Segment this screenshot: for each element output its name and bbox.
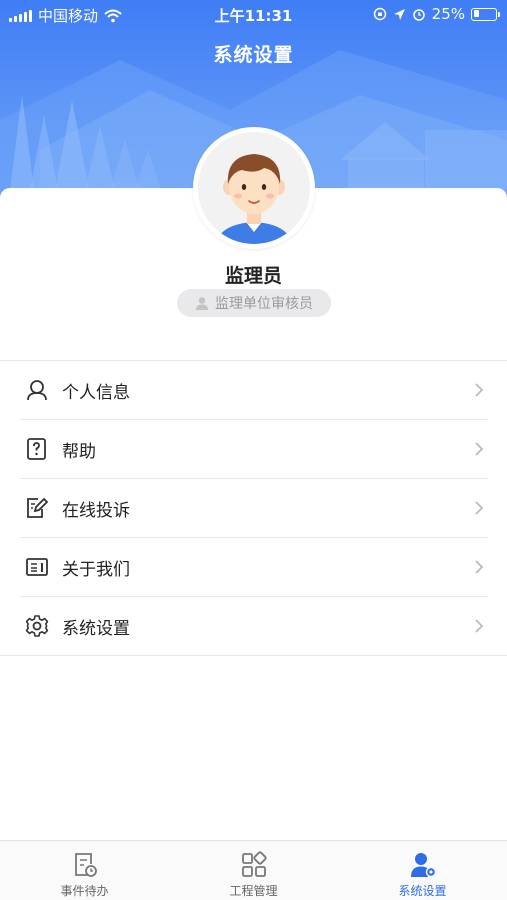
chevron-right-icon [475, 383, 484, 397]
tab-system-settings[interactable]: 系统设置 [338, 841, 507, 900]
chevron-right-icon [475, 619, 484, 633]
avatar[interactable] [193, 127, 315, 249]
page-title: 系统设置 [213, 44, 294, 66]
user-settings-icon [410, 853, 436, 878]
tab-label: 工程管理 [229, 884, 278, 898]
gear-icon [24, 613, 50, 639]
chevron-right-icon [475, 442, 484, 456]
person-icon [196, 297, 208, 310]
rotation-lock-icon [373, 7, 386, 21]
menu-item-label: 个人信息 [62, 382, 130, 403]
todo-icon [74, 853, 97, 877]
tab-project-management[interactable]: 工程管理 [169, 841, 338, 900]
status-bar: 中国移动 上午11:31 25% [0, 0, 507, 28]
chevron-right-icon [475, 501, 484, 515]
alarm-icon [412, 9, 425, 21]
menu-item-complaint[interactable]: 在线投诉 [20, 479, 488, 538]
menu-item-help[interactable]: 帮助 [20, 420, 488, 479]
tab-todo[interactable]: 事件待办 [0, 841, 169, 900]
settings-screen: 中国移动 上午11:31 25% 系统设置 监理员 监理单位审核员 个人信息 帮… [0, 0, 507, 900]
avatar-illustration [198, 132, 310, 244]
menu-item-system-settings[interactable]: 系统设置 [0, 597, 507, 656]
menu-item-about-us[interactable]: 关于我们 [20, 538, 488, 597]
profile-name: 监理员 [224, 265, 282, 287]
role-label: 监理单位审核员 [215, 296, 313, 312]
menu-item-label: 帮助 [62, 441, 96, 462]
tab-label: 系统设置 [398, 884, 447, 898]
settings-menu: 个人信息 帮助 在线投诉 关于我们 系统设置 [0, 360, 507, 656]
chevron-right-icon [475, 560, 484, 574]
bottom-tab-bar: 事件待办 工程管理 系统设置 [0, 840, 507, 900]
tab-label: 事件待办 [60, 884, 109, 898]
menu-item-label: 系统设置 [62, 618, 130, 639]
menu-item-personal-info[interactable]: 个人信息 [20, 361, 488, 420]
help-icon [24, 436, 50, 462]
battery-icon [471, 7, 500, 21]
grid-icon [241, 851, 267, 877]
user-outline-icon [24, 377, 50, 403]
status-right: 25% [373, 5, 500, 23]
info-card-icon [24, 554, 50, 580]
edit-icon [24, 495, 50, 521]
location-icon [393, 8, 405, 20]
menu-item-label: 在线投诉 [62, 500, 130, 521]
battery-percent: 25% [431, 5, 465, 23]
role-badge: 监理单位审核员 [177, 289, 331, 317]
menu-item-label: 关于我们 [62, 559, 130, 580]
